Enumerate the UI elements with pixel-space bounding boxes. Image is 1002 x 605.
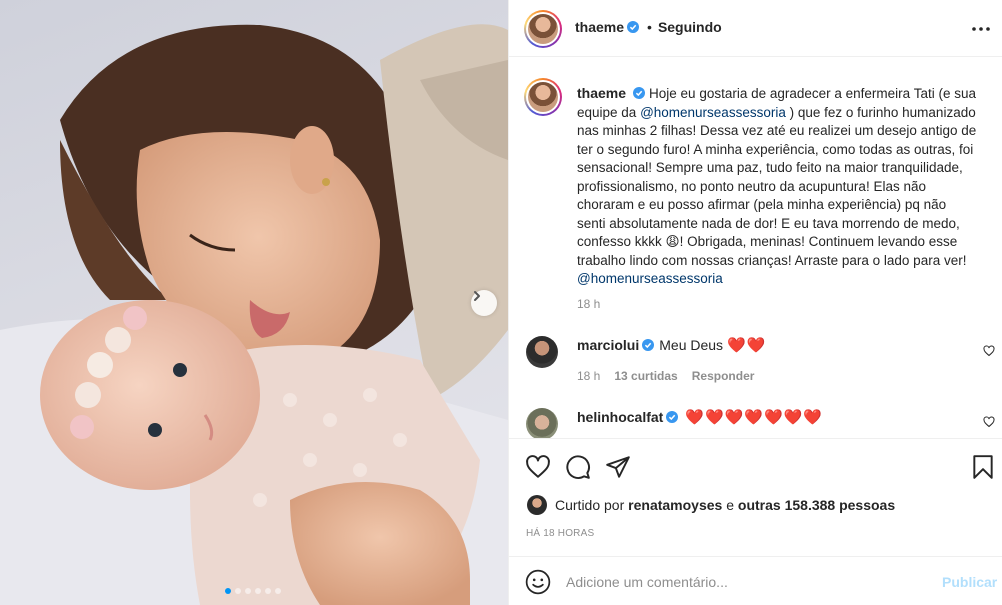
comment-time[interactable]: 18 h <box>577 369 600 383</box>
paper-plane-icon[interactable] <box>605 454 631 480</box>
carousel-dot <box>265 588 271 594</box>
comment-username[interactable]: marciolui <box>577 337 639 353</box>
carousel-dot <box>235 588 241 594</box>
caption-mention-link[interactable]: @homenurseassessoria <box>640 105 786 120</box>
comment-meta: 18 h 13 curtidas Responder <box>577 369 754 383</box>
comment-like-heart-icon[interactable] <box>983 345 995 357</box>
likes-summary: Curtido por renatamoyses e outras 158.38… <box>555 497 895 513</box>
chevron-right-icon <box>474 291 480 301</box>
publish-button[interactable]: Publicar <box>942 574 997 590</box>
post-panel: thaeme • Seguindo thaeme Hoje eu gostaria… <box>508 0 1002 605</box>
more-options-button[interactable] <box>969 17 993 41</box>
liker-username[interactable]: renatamoyses <box>628 497 722 513</box>
bookmark-icon[interactable] <box>970 454 996 480</box>
smiley-icon[interactable] <box>525 569 551 595</box>
likes-prefix: Curtido por <box>555 497 629 513</box>
post-image[interactable] <box>0 0 508 605</box>
comment-icon[interactable] <box>565 454 591 480</box>
caption-time[interactable]: 18 h <box>577 297 600 311</box>
verified-badge-icon <box>627 21 640 33</box>
carousel-dot <box>275 588 281 594</box>
liker-avatar[interactable] <box>527 495 547 515</box>
add-comment-bar: Publicar <box>509 556 1002 605</box>
verified-badge-icon <box>666 411 679 423</box>
carousel-dot <box>245 588 251 594</box>
caption-avatar[interactable] <box>524 78 562 116</box>
header-separator: • <box>647 19 652 35</box>
caption: thaeme Hoje eu gostaria de agradecer a en… <box>577 84 977 289</box>
post-header: thaeme • Seguindo <box>509 0 1002 57</box>
likes-others-link[interactable]: outras 158.388 pessoas <box>738 497 895 513</box>
likes-middle: e <box>722 497 738 513</box>
reply-button[interactable]: Responder <box>692 369 755 383</box>
caption-username[interactable]: thaeme <box>577 85 626 101</box>
caption-mention-link-2[interactable]: @homenurseassessoria <box>577 271 723 286</box>
following-button[interactable]: Seguindo <box>658 19 722 35</box>
author-avatar[interactable] <box>524 10 562 48</box>
comment-emoji: ❤️❤️ <box>727 337 767 354</box>
comment-item: helinhocalfat ❤️❤️❤️❤️❤️❤️❤️ <box>577 408 823 426</box>
comment-like-heart-icon[interactable] <box>983 416 995 428</box>
post-timestamp[interactable]: HÁ 18 HORAS <box>526 528 594 539</box>
carousel-dot <box>255 588 261 594</box>
post-actions: Curtido por renatamoyses e outras 158.38… <box>509 438 1002 556</box>
verified-badge-icon <box>642 339 655 351</box>
author-username[interactable]: thaeme <box>575 19 624 35</box>
verified-badge-icon <box>633 87 646 99</box>
caption-text-part-2: ) que fez o furinho humanizado nas minha… <box>577 104 977 268</box>
comment-item: marciolui Meu Deus ❤️❤️ <box>577 336 766 354</box>
comment-text: Meu Deus <box>659 337 724 353</box>
photo-illustration <box>0 24 508 605</box>
comment-likes-count[interactable]: 13 curtidas <box>614 369 677 383</box>
carousel-dots <box>225 588 281 594</box>
heart-icon[interactable] <box>525 454 551 480</box>
comment-username[interactable]: helinhocalfat <box>577 409 663 425</box>
comment-avatar[interactable] <box>526 408 558 438</box>
comment-emoji: ❤️❤️❤️❤️❤️❤️❤️ <box>685 409 824 426</box>
more-horizontal-icon <box>972 27 990 31</box>
next-photo-button[interactable] <box>471 290 497 316</box>
comments-section: thaeme Hoje eu gostaria de agradecer a en… <box>509 58 1002 438</box>
comment-avatar[interactable] <box>526 336 558 368</box>
carousel-dot-active <box>225 588 231 594</box>
comment-input[interactable] <box>566 571 926 593</box>
